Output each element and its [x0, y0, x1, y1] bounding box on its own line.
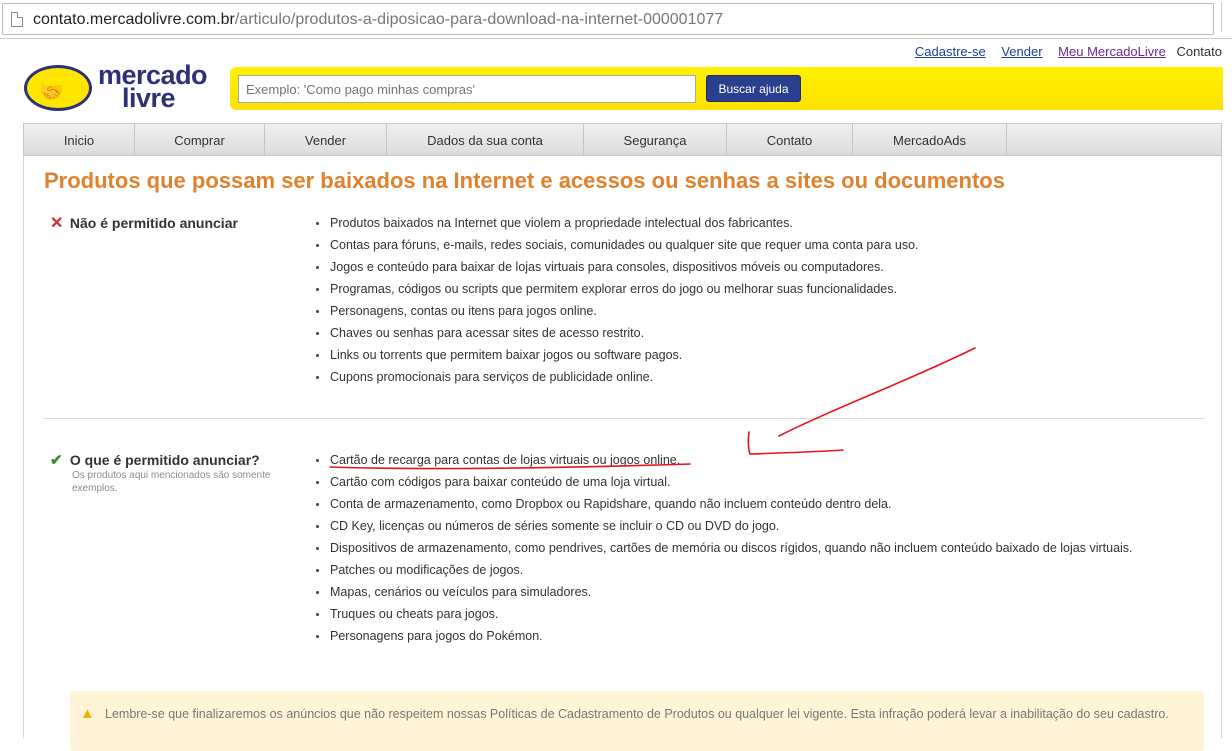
notice-text: Lembre-se que finalizaremos os anúncios … [105, 707, 1169, 721]
address-field[interactable]: contato.mercadolivre.com.br/articulo/pro… [2, 3, 1214, 35]
x-icon: ✕ [50, 215, 64, 232]
allowed-note: Os produtos aqui mencionados são somente… [72, 470, 271, 494]
allowed-list: Cartão de recarga para contas de lojas v… [314, 449, 1133, 647]
list-item: Cupons promocionais para serviços de pub… [314, 366, 919, 388]
list-item: Programas, códigos ou scripts que permit… [314, 278, 919, 300]
nav-inicio[interactable]: Inicio [24, 124, 135, 155]
main-nav: Inicio Comprar Vender Dados da sua conta… [23, 123, 1222, 156]
list-item: Personagens para jogos do Pokémon. [314, 625, 1133, 647]
help-search-input[interactable] [238, 75, 696, 103]
list-item: Chaves ou senhas para acessar sites de a… [314, 322, 919, 344]
contato-label: Contato [1176, 44, 1222, 59]
warning-notice: ▲ Lembre-se que finalizaremos os anúncio… [70, 691, 1204, 751]
allowed-heading: ✔ O que é permitido anunciar? [50, 452, 260, 469]
nav-dados-conta[interactable]: Dados da sua conta [387, 124, 584, 155]
nav-mercadoads[interactable]: MercadoAds [853, 124, 1007, 155]
vender-link[interactable]: Vender [1001, 44, 1042, 59]
nav-contato[interactable]: Contato [727, 124, 853, 155]
nav-vender[interactable]: Vender [265, 124, 387, 155]
not-allowed-list: Produtos baixados na Internet que violem… [314, 212, 919, 388]
meu-mercadolivre-link[interactable]: Meu MercadoLivre [1058, 44, 1166, 59]
handshake-logo-icon: 🤝 [24, 65, 92, 111]
list-item: Contas para fóruns, e-mails, redes socia… [314, 234, 919, 256]
url-text[interactable]: contato.mercadolivre.com.br/articulo/pro… [33, 11, 723, 29]
browser-menu-edge [1221, 2, 1232, 32]
section-divider [44, 418, 1204, 419]
nav-seguranca[interactable]: Segurança [584, 124, 727, 155]
list-item: Cartão com códigos para baixar conteúdo … [314, 471, 1133, 493]
warning-icon: ▲ [80, 705, 95, 722]
cadastre-link[interactable]: Cadastre-se [915, 44, 986, 59]
list-item: Produtos baixados na Internet que violem… [314, 212, 919, 234]
page-title: Produtos que possam ser baixados na Inte… [44, 168, 1005, 193]
list-item: Links ou torrents que permitem baixar jo… [314, 344, 919, 366]
list-item: Conta de armazenamento, como Dropbox ou … [314, 493, 1133, 515]
list-item: Mapas, cenários ou veículos para simulad… [314, 581, 1133, 603]
list-item: Personagens, contas ou itens para jogos … [314, 300, 919, 322]
page-icon [11, 12, 23, 27]
list-item: Dispositivos de armazenamento, como pend… [314, 537, 1133, 559]
list-item: Cartão de recarga para contas de lojas v… [314, 449, 1133, 471]
list-item: Patches ou modificações de jogos. [314, 559, 1133, 581]
check-icon: ✔ [50, 452, 63, 469]
url-domain: contato.mercadolivre.com.br [33, 11, 235, 28]
mercadolivre-logo[interactable]: 🤝 mercado livre [24, 60, 214, 115]
not-allowed-heading: ✕ Não é permitido anunciar [50, 215, 238, 232]
url-path: /articulo/produtos-a-diposicao-para-down… [234, 11, 724, 28]
buscar-ajuda-button[interactable]: Buscar ajuda [706, 75, 801, 102]
top-links: Cadastre-se Vender Meu MercadoLivre Cont… [903, 44, 1222, 59]
list-item: Jogos e conteúdo para baixar de lojas vi… [314, 256, 919, 278]
list-item: CD Key, licenças ou números de séries so… [314, 515, 1133, 537]
nav-comprar[interactable]: Comprar [135, 124, 265, 155]
list-item: Truques ou cheats para jogos. [314, 603, 1133, 625]
logo-wordmark: mercado livre [98, 60, 208, 113]
browser-url-bar: contato.mercadolivre.com.br/articulo/pro… [0, 0, 1232, 39]
